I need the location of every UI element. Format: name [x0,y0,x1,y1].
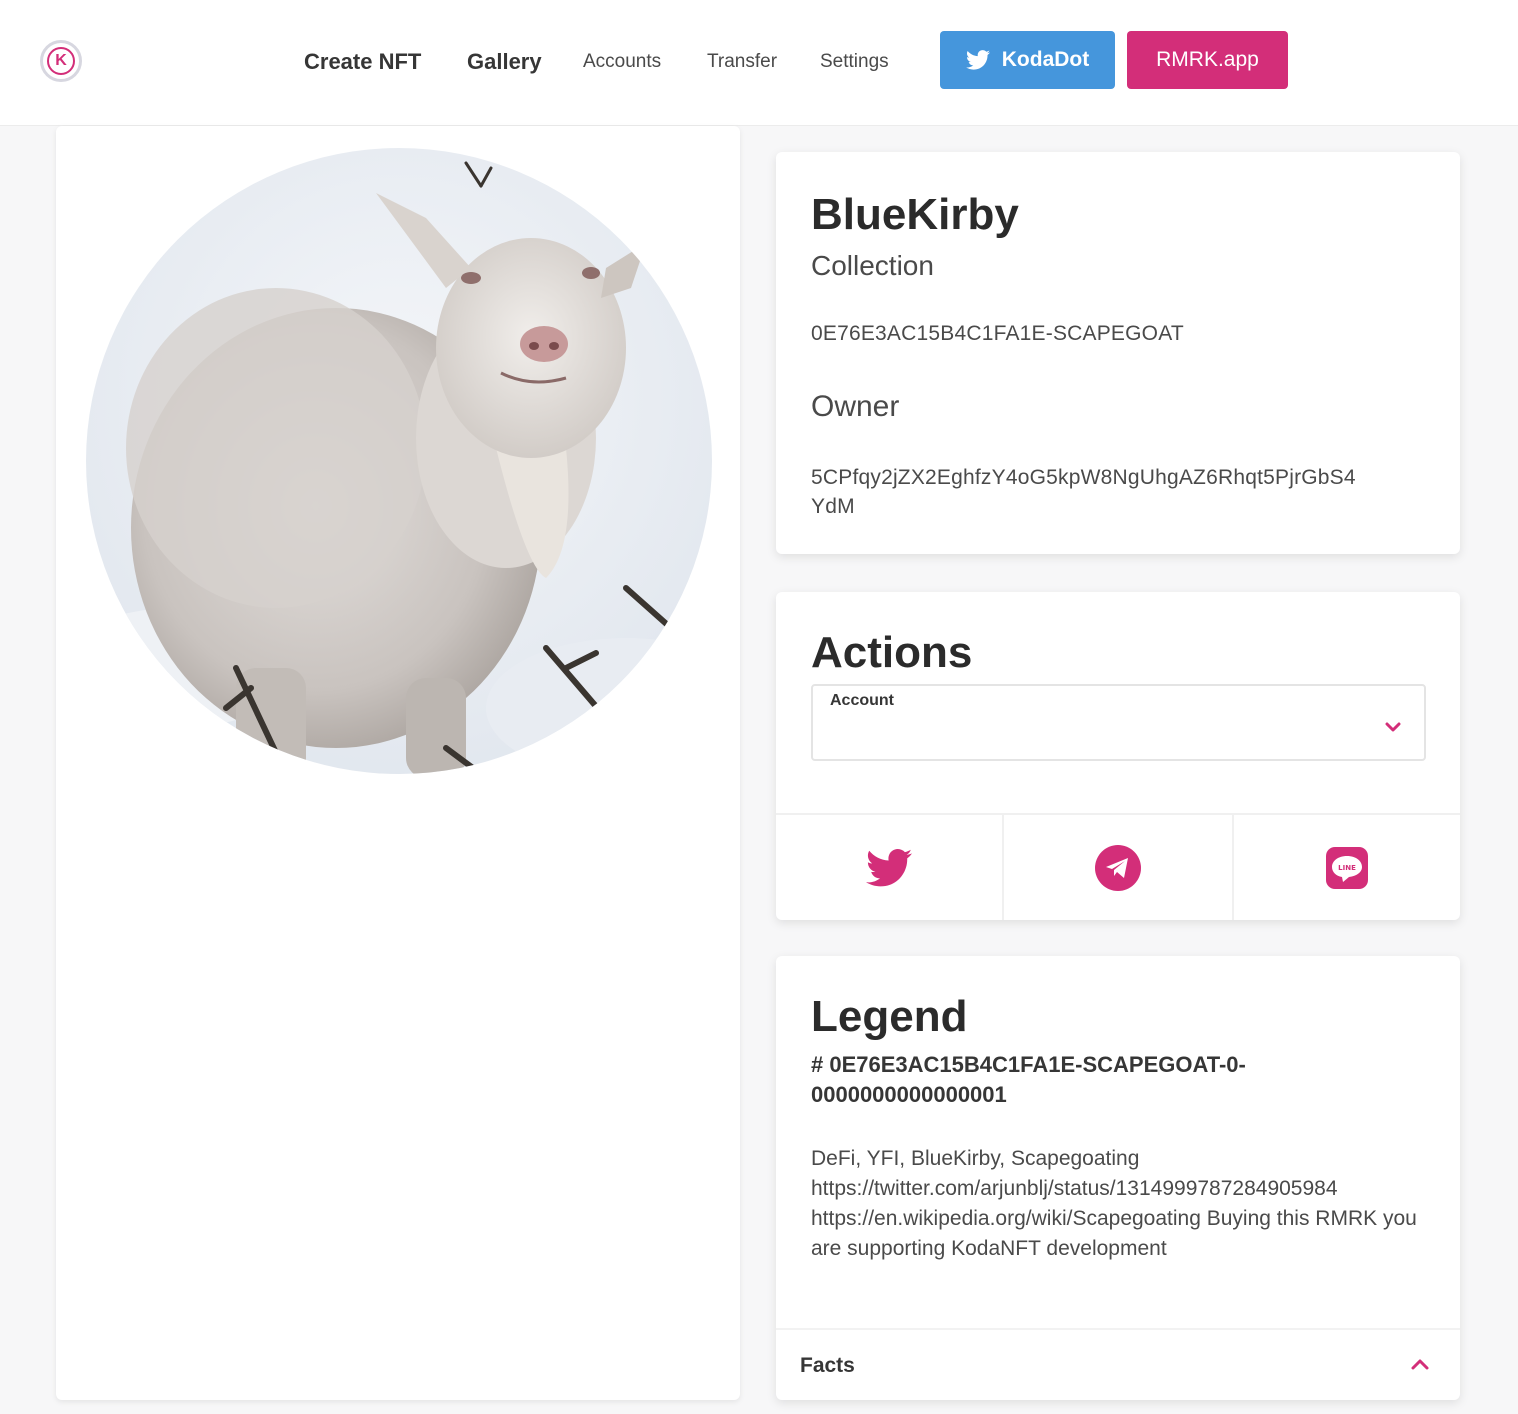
twitter-icon [866,848,912,886]
twitter-icon [965,50,990,70]
nav-transfer[interactable]: Transfer [707,44,777,80]
rmrk-app-button[interactable]: RMRK.app [1127,31,1288,89]
kodadot-twitter-button[interactable]: KodaDot [940,31,1115,89]
actions-card: Actions Account LINE [776,592,1460,920]
owner-label: Owner [811,390,900,423]
top-navbar: K Create NFT Gallery Accounts Transfer S… [0,0,1518,126]
legend-card: Legend # 0E76E3AC15B4C1FA1E-SCAPEGOAT-0-… [776,956,1460,1400]
rmrk-button-label: RMRK.app [1156,48,1259,71]
share-twitter-button[interactable] [776,815,1004,920]
share-telegram-button[interactable] [1004,815,1234,920]
account-select-label: Account [830,692,894,709]
telegram-icon [1095,844,1141,891]
actions-title: Actions [811,628,973,677]
nft-info-card: BlueKirby Collection 0E76E3AC15B4C1FA1E-… [776,152,1460,554]
legend-title: Legend [811,992,968,1041]
nav-create-nft[interactable]: Create NFT [304,44,421,80]
facts-label: Facts [800,1354,855,1377]
kodadot-logo[interactable]: K [40,40,82,82]
nav-accounts[interactable]: Accounts [583,44,661,80]
nav-gallery[interactable]: Gallery [467,44,542,80]
nav-settings[interactable]: Settings [820,44,889,80]
nft-description: DeFi, YFI, BlueKirby, Scapegoating https… [811,1147,1417,1260]
owner-address-line-1[interactable]: 5CPfqy2jZX2EghfzY4oG5kpW8NgUhgAZ6Rhqt5Pj… [811,466,1356,490]
share-line-button[interactable]: LINE [1234,815,1460,920]
account-select[interactable]: Account [811,684,1426,761]
chevron-down-icon [1385,722,1401,732]
collection-label: Collection [811,250,934,281]
nft-name: BlueKirby [811,190,1019,239]
kodadot-button-label: KodaDot [1001,48,1090,71]
owner-address-line-2[interactable]: YdM [811,495,855,519]
chevron-up-icon [1411,1359,1429,1370]
token-id-line-2: 0000000000000001 [811,1082,1007,1107]
nft-image-card [56,126,740,1400]
svg-text:LINE: LINE [1338,864,1356,872]
logo-letter: K [47,47,75,75]
nft-image[interactable] [86,148,712,774]
collection-id[interactable]: 0E76E3AC15B4C1FA1E-SCAPEGOAT [811,322,1184,346]
line-icon: LINE [1326,846,1368,889]
token-id-line-1: # 0E76E3AC15B4C1FA1E-SCAPEGOAT-0- [811,1052,1246,1077]
facts-collapse-toggle[interactable]: Facts [776,1328,1460,1400]
